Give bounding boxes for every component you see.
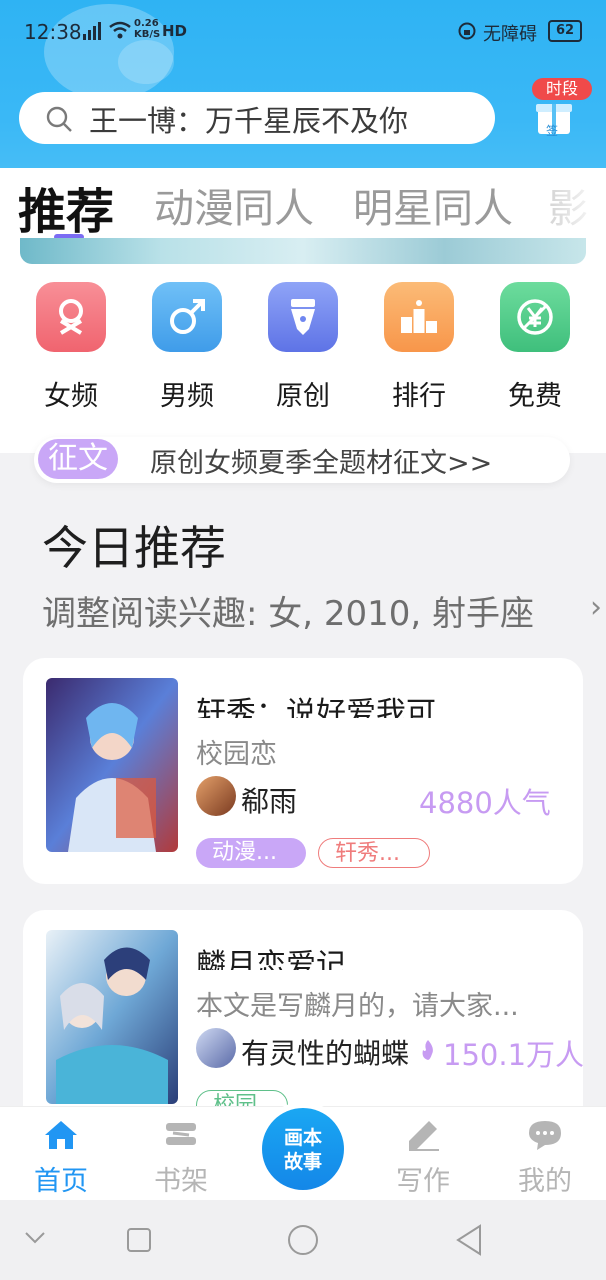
- podium-icon: [401, 300, 437, 333]
- book-title[interactable]: 轩秀：说好爱我可: [196, 688, 436, 718]
- nav-home-label: 首页: [34, 1166, 88, 1197]
- pencil-icon: [409, 1121, 439, 1151]
- popularity-count: 150.1万人气: [443, 1038, 583, 1072]
- male-category-label: 男频: [160, 381, 214, 412]
- status-time: 12:38: [24, 20, 82, 44]
- search-placeholder: 王一博：万千星辰不及你: [89, 104, 409, 138]
- wifi-icon: [108, 20, 132, 45]
- original-category-label: 原创: [276, 381, 330, 412]
- author-name[interactable]: 郗雨: [241, 780, 297, 820]
- author-name[interactable]: 有灵性的蝴蝶: [241, 1032, 409, 1072]
- female-category-label: 女频: [44, 381, 98, 412]
- checkin-badge: 时段: [532, 78, 592, 100]
- book-card[interactable]: 轩秀：说好爱我可 校园恋 郗雨 4880人气 动漫... 轩秀...: [23, 658, 583, 884]
- center-button-bottom-label: 故事: [283, 1151, 322, 1173]
- accessibility-icon: [458, 22, 476, 45]
- pen-nib-icon: [291, 299, 315, 335]
- story-center-button[interactable]: 画本 故事: [262, 1108, 344, 1190]
- author-avatar: [196, 1028, 236, 1068]
- signal-icon: [82, 22, 104, 45]
- bookshelf-icon: [166, 1123, 196, 1145]
- checkin-label: 签: [546, 124, 559, 138]
- center-button-top-label: 画本: [283, 1127, 322, 1149]
- tab-anime-fanfic[interactable]: 动漫同人: [154, 176, 314, 234]
- book-card[interactable]: 麟月恋爱记 本文是写麟月的，请大家... 有灵性的蝴蝶 150.1万人气 校园: [23, 910, 583, 1106]
- flame-icon: [421, 1040, 435, 1064]
- male-icon: [170, 299, 205, 334]
- system-navigation-bar: [0, 1200, 606, 1280]
- free-category-button[interactable]: [500, 282, 570, 352]
- book-tag[interactable]: 动漫...: [196, 838, 306, 868]
- accessibility-label: 无障碍: [483, 24, 537, 45]
- book-cover[interactable]: [46, 678, 178, 852]
- nav-home[interactable]: 首页: [16, 1117, 106, 1197]
- battery-icon: 62: [548, 20, 582, 42]
- original-category-button[interactable]: [268, 282, 338, 352]
- nav-bookshelf-label: 书架: [154, 1166, 208, 1197]
- book-title[interactable]: 麟月恋爱记: [196, 940, 346, 970]
- nav-write[interactable]: 写作: [378, 1117, 468, 1197]
- chevron-right-icon[interactable]: ›: [590, 590, 602, 625]
- search-bar[interactable]: 王一博：万千星辰不及你: [19, 92, 495, 144]
- tab-fade-overlay: [520, 180, 606, 230]
- home-icon: [45, 1121, 77, 1149]
- nav-mine-label: 我的: [518, 1166, 572, 1197]
- net-speed-unit: KB/S: [134, 29, 161, 40]
- net-speed-value: 0.26: [134, 18, 159, 29]
- battery-level: 62: [555, 23, 575, 38]
- author-avatar: [196, 776, 236, 816]
- book-tag[interactable]: 轩秀...: [318, 838, 430, 868]
- category-tabs: 推荐 动漫同人 明星同人 影: [0, 170, 606, 240]
- ranking-category-button[interactable]: [384, 282, 454, 352]
- recent-apps-icon[interactable]: [126, 1227, 152, 1257]
- chat-bubble-icon: [529, 1121, 561, 1150]
- notice-text: 原创女频夏季全题材征文>>: [150, 448, 493, 479]
- book-cover[interactable]: [46, 930, 178, 1104]
- female-category-button[interactable]: [36, 282, 106, 352]
- popularity-count: 4880人气: [419, 786, 551, 820]
- tab-recommend[interactable]: 推荐: [18, 172, 114, 242]
- nav-mine[interactable]: 我的: [500, 1117, 590, 1197]
- female-icon: [59, 299, 83, 335]
- banner-carousel[interactable]: [20, 238, 586, 264]
- notice-tag: 征文: [38, 439, 118, 479]
- free-yen-icon: [517, 299, 553, 335]
- back-icon[interactable]: [454, 1224, 482, 1260]
- home-circle-icon[interactable]: [287, 1224, 319, 1260]
- book-description: 本文是写麟月的，请大家...: [196, 991, 519, 1022]
- ranking-category-label: 排行: [392, 381, 446, 412]
- book-tag[interactable]: 校园: [196, 1090, 288, 1106]
- reading-interest-link[interactable]: 调整阅读兴趣: 女, 2010, 射手座: [42, 586, 534, 635]
- nav-bookshelf[interactable]: 书架: [136, 1117, 226, 1197]
- tab-celebrity-fanfic[interactable]: 明星同人: [353, 176, 513, 234]
- nav-write-label: 写作: [396, 1166, 450, 1197]
- book-genre: 校园恋: [196, 739, 277, 770]
- search-icon: [45, 105, 73, 137]
- checkin-button[interactable]: 时段 签: [520, 76, 596, 142]
- male-category-button[interactable]: [152, 282, 222, 352]
- chevron-down-icon[interactable]: [24, 1230, 46, 1249]
- free-category-label: 免费: [508, 381, 562, 412]
- contest-notice[interactable]: 征文 原创女频夏季全题材征文>>: [34, 437, 570, 483]
- hd-indicator: HD: [162, 22, 188, 40]
- section-title: 今日推荐: [42, 521, 226, 575]
- status-bar: 12:38 0.26 KB/S HD 无障碍 62: [0, 14, 606, 48]
